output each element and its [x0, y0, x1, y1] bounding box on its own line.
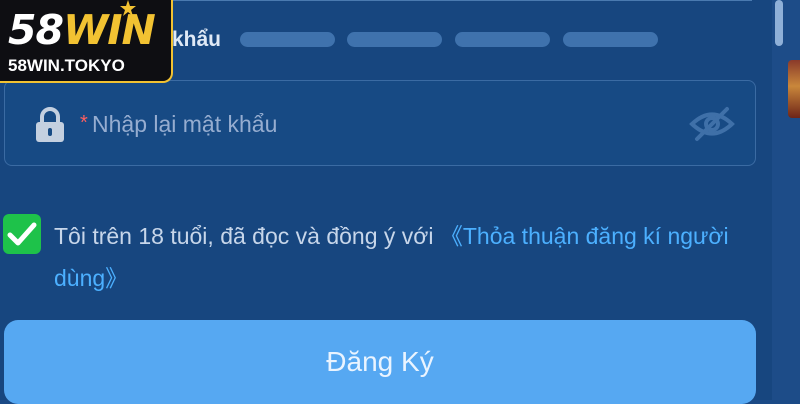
register-button[interactable]: Đăng Ký	[4, 320, 756, 404]
strength-bar-3	[455, 32, 550, 47]
strength-bar-1	[240, 32, 335, 47]
background-artwork	[788, 60, 800, 118]
logo-word: WIN	[63, 6, 156, 54]
logo-domain: 58WIN.TOKYO	[8, 56, 125, 75]
strength-bar-2	[347, 32, 442, 47]
confirm-password-placeholder: Nhập lại mật khẩu	[92, 111, 278, 137]
agreement-checkbox[interactable]	[3, 214, 41, 254]
agreement-text: Tôi trên 18 tuổi, đã đọc và đồng ý với 《…	[54, 215, 760, 299]
logo-number: 58	[8, 6, 64, 54]
star-icon	[120, 0, 136, 16]
required-marker: *	[80, 112, 88, 134]
lock-icon	[36, 107, 64, 142]
previous-field-border	[160, 0, 752, 1]
scrollbar-thumb[interactable]	[775, 0, 783, 46]
brand-logo: 58WIN 58WIN.TOKYO	[0, 0, 173, 83]
confirm-password-field[interactable]: * Nhập lại mật khẩu	[4, 80, 756, 166]
strength-bar-4	[563, 32, 658, 47]
check-icon	[7, 222, 37, 246]
agreement-label: Tôi trên 18 tuổi, đã đọc và đồng ý với	[54, 223, 440, 249]
eye-slash-icon[interactable]	[689, 105, 735, 143]
password-strength-label: khẩu	[172, 28, 222, 51]
